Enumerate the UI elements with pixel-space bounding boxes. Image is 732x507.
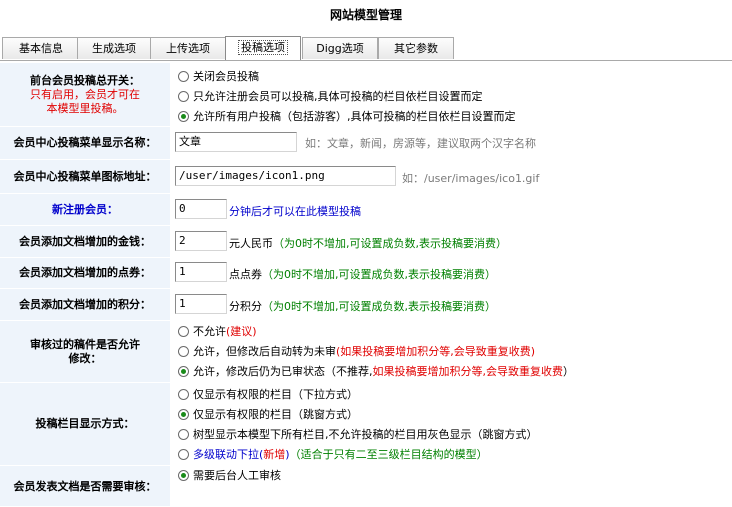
score-input[interactable]: 1 bbox=[175, 294, 227, 314]
tab-label: Digg选项 bbox=[316, 42, 364, 55]
radio-option-manual-audit[interactable]: 需要后台人工审核 bbox=[178, 466, 281, 484]
money-input[interactable]: 2 bbox=[175, 231, 227, 251]
tab-submission-options[interactable]: 投稿选项 bbox=[225, 36, 301, 60]
tab-digg-options[interactable]: Digg选项 bbox=[302, 37, 378, 59]
option-label: 需要后台人工审核 bbox=[193, 469, 281, 482]
option-label: 允许，修改后仍为已审状态（不推荐, bbox=[193, 365, 373, 378]
radio-option-disallow[interactable]: 不允许 (建议) bbox=[178, 322, 257, 340]
option-note: 如果投稿要增加积分等,会导致重复收费 bbox=[372, 365, 564, 378]
money-unit: 元人民币 bbox=[229, 237, 273, 250]
option-note: (建议) bbox=[226, 325, 257, 338]
row-submission-switch: 前台会员投稿总开关： 只有启用，会员才可在本模型里投稿。 关闭会员投稿 只允许注… bbox=[0, 63, 732, 127]
radio-button[interactable] bbox=[178, 110, 189, 122]
option-label: 允许所有用户投稿（包括游客）,具体可投稿的栏目依栏目设置而定 bbox=[193, 110, 516, 123]
row-edit-permission: 审核过的稿件是否允许修改： 不允许 (建议) 允许，但修改后自动转为未审 (如果投稿… bbox=[0, 321, 732, 383]
tab-generate-options[interactable]: 生成选项 bbox=[77, 37, 151, 59]
points-note: （为0时不增加,可设置成负数,表示投稿要消费） bbox=[262, 268, 496, 281]
row-points: 会员添加文档增加的点券： 1 点点券（为0时不增加,可设置成负数,表示投稿要消费… bbox=[0, 258, 732, 289]
row-label: 会员添加文档增加的积分： bbox=[0, 289, 170, 320]
radio-option-allow-unaudit[interactable]: 允许，但修改后自动转为未审 (如果投稿要增加积分等,会导致重复收费) bbox=[178, 342, 535, 360]
tab-bar: 基本信息 生成选项 上传选项 投稿选项 Digg选项 其它参数 bbox=[0, 36, 732, 61]
option-label: 关闭会员投稿 bbox=[193, 70, 259, 83]
radio-option-registered[interactable]: 只允许注册会员可以投稿,具体可投稿的栏目依栏目设置而定 bbox=[178, 87, 483, 105]
menu-icon-input[interactable]: /user/images/icon1.png bbox=[175, 166, 396, 186]
radio-button[interactable] bbox=[178, 408, 189, 420]
radio-option-popup[interactable]: 仅显示有权限的栏目（跳窗方式） bbox=[178, 405, 358, 423]
radio-button[interactable] bbox=[178, 365, 189, 377]
option-new-badge: 新增 bbox=[263, 448, 286, 461]
points-unit: 点点券 bbox=[229, 268, 262, 281]
row-label: 会员添加文档增加的金钱： bbox=[0, 226, 170, 257]
row-display-mode: 投稿栏目显示方式： 仅显示有权限的栏目（下拉方式） 仅显示有权限的栏目（跳窗方式… bbox=[0, 383, 732, 466]
option-label: 仅显示有权限的栏目（下拉方式） bbox=[193, 388, 358, 401]
radio-option-tree[interactable]: 树型显示本模型下所有栏目,不允许投稿的栏目用灰色显示（跳窗方式） bbox=[178, 425, 538, 443]
row-label: 新注册会员： bbox=[0, 194, 170, 225]
radio-button[interactable] bbox=[178, 428, 189, 440]
score-note: （为0时不增加,可设置成负数,表示投稿要消费） bbox=[262, 300, 496, 313]
radio-option-close[interactable]: 关闭会员投稿 bbox=[178, 67, 259, 85]
tab-label: 基本信息 bbox=[19, 42, 63, 55]
radio-button[interactable] bbox=[178, 469, 189, 481]
radio-button[interactable] bbox=[178, 388, 189, 400]
page-title: 网站模型管理 bbox=[329, 8, 402, 22]
tab-other-params[interactable]: 其它参数 bbox=[378, 37, 454, 59]
radio-option-dropdown[interactable]: 仅显示有权限的栏目（下拉方式） bbox=[178, 385, 358, 403]
row-money: 会员添加文档增加的金钱： 2 元人民币（为0时不增加,可设置成负数,表示投稿要消… bbox=[0, 226, 732, 258]
radio-button[interactable] bbox=[178, 345, 189, 357]
option-label: 树型显示本模型下所有栏目,不允许投稿的栏目用灰色显示（跳窗方式） bbox=[193, 428, 538, 441]
option-label: 允许，但修改后自动转为未审 bbox=[193, 345, 336, 358]
row-menu-name: 会员中心投稿菜单显示名称： 文章 如：文章，新闻，房源等，建议取两个汉字名称 bbox=[0, 127, 732, 160]
radio-button[interactable] bbox=[178, 325, 189, 337]
row-label: 会员中心投稿菜单显示名称： bbox=[0, 127, 170, 159]
option-label: 不允许 bbox=[193, 325, 226, 338]
row-label: 会员中心投稿菜单图标地址： bbox=[0, 160, 170, 193]
radio-button[interactable] bbox=[178, 90, 189, 102]
label-text: 前台会员投稿总开关： bbox=[30, 73, 140, 87]
new-member-suffix: 分钟后才可以在此模型投稿 bbox=[229, 205, 361, 218]
tab-label: 其它参数 bbox=[394, 42, 438, 55]
row-audit: 会员发表文档是否需要审核： 需要后台人工审核 bbox=[0, 466, 732, 507]
option-label: 只允许注册会员可以投稿,具体可投稿的栏目依栏目设置而定 bbox=[193, 90, 483, 103]
label-note: 只有启用，会员才可在本模型里投稿。 bbox=[30, 87, 140, 115]
radio-option-cascade[interactable]: 多级联动下拉(新增) （适合于只有二至三级栏目结构的模型） bbox=[178, 445, 488, 463]
tab-label: 生成选项 bbox=[92, 42, 136, 55]
radio-option-allow-keep-audited[interactable]: 允许，修改后仍为已审状态（不推荐, 如果投稿要增加积分等,会导致重复收费） bbox=[178, 362, 574, 380]
tab-basic-info[interactable]: 基本信息 bbox=[2, 37, 80, 59]
row-label: 前台会员投稿总开关： 只有启用，会员才可在本模型里投稿。 bbox=[0, 63, 170, 126]
radio-button[interactable] bbox=[178, 70, 189, 82]
option-label: 多级联动下拉( bbox=[193, 448, 264, 461]
row-new-member: 新注册会员： 0 分钟后才可以在此模型投稿 bbox=[0, 194, 732, 226]
points-input[interactable]: 1 bbox=[175, 262, 227, 282]
option-note: (如果投稿要增加积分等,会导致重复收费) bbox=[336, 345, 536, 358]
tab-label: 上传选项 bbox=[166, 42, 210, 55]
row-label: 投稿栏目显示方式： bbox=[0, 383, 170, 465]
tab-upload-options[interactable]: 上传选项 bbox=[150, 37, 226, 59]
option-note: （适合于只有二至三级栏目结构的模型） bbox=[289, 448, 488, 461]
row-label: 会员添加文档增加的点券： bbox=[0, 258, 170, 288]
radio-option-all-users[interactable]: 允许所有用户投稿（包括游客）,具体可投稿的栏目依栏目设置而定 bbox=[178, 107, 516, 125]
menu-name-hint: 如：文章，新闻，房源等，建议取两个汉字名称 bbox=[305, 137, 536, 150]
new-member-minutes-input[interactable]: 0 bbox=[175, 199, 227, 219]
money-note: （为0时不增加,可设置成负数,表示投稿要消费） bbox=[273, 237, 507, 250]
row-label: 会员发表文档是否需要审核： bbox=[0, 466, 170, 506]
tab-label: 投稿选项 bbox=[238, 40, 288, 55]
row-score: 会员添加文档增加的积分： 1 分积分（为0时不增加,可设置成负数,表示投稿要消费… bbox=[0, 289, 732, 321]
menu-icon-hint: 如：/user/images/ico1.gif bbox=[402, 172, 540, 185]
row-menu-icon: 会员中心投稿菜单图标地址： /user/images/icon1.png 如：/… bbox=[0, 160, 732, 194]
option-label: 仅显示有权限的栏目（跳窗方式） bbox=[193, 408, 358, 421]
option-tail: ） bbox=[563, 365, 574, 378]
menu-name-input[interactable]: 文章 bbox=[175, 132, 297, 152]
score-unit: 分积分 bbox=[229, 300, 262, 313]
radio-button[interactable] bbox=[178, 448, 189, 460]
row-label: 审核过的稿件是否允许修改： bbox=[0, 321, 170, 382]
